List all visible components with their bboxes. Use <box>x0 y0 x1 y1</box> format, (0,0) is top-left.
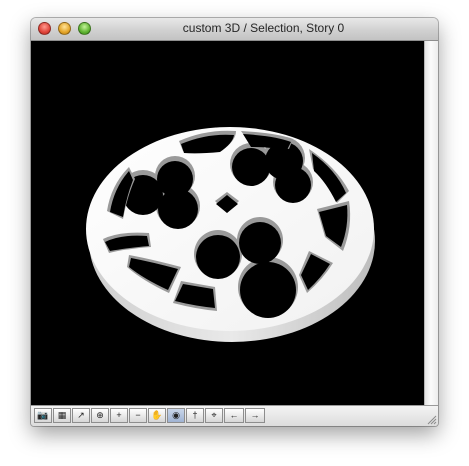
fit-in-window-icon[interactable]: ⌖ <box>205 408 223 423</box>
next-zoom-icon[interactable]: → <box>245 408 265 423</box>
vertical-scrollbar[interactable] <box>424 41 438 405</box>
close-button[interactable] <box>38 22 51 35</box>
app-window: custom 3D / Selection, Story 0 📷 ▦ ↗ ⊕ +… <box>31 18 438 426</box>
camera-settings-icon[interactable]: 📷 <box>34 408 52 423</box>
window-title: custom 3D / Selection, Story 0 <box>182 21 345 35</box>
walk-figure-icon[interactable]: † <box>186 408 204 423</box>
resize-grip-icon[interactable] <box>425 413 437 425</box>
3d-viewport[interactable] <box>31 41 424 405</box>
zoom-in-icon[interactable]: + <box>110 408 128 423</box>
pan-hand-icon[interactable]: ✋ <box>148 408 166 423</box>
minimize-button[interactable] <box>58 22 71 35</box>
zoom-window-icon[interactable]: ⊕ <box>91 408 109 423</box>
previous-zoom-icon[interactable]: ← <box>224 408 244 423</box>
orbit-eye-icon[interactable]: ◉ <box>167 408 185 423</box>
window-fit-icon[interactable]: ▦ <box>53 408 71 423</box>
zoom-button[interactable] <box>78 22 91 35</box>
title-bar[interactable]: custom 3D / Selection, Story 0 <box>31 18 438 41</box>
view-path-icon[interactable]: ↗ <box>72 408 90 423</box>
zoom-out-icon[interactable]: − <box>129 408 147 423</box>
3d-model-render <box>86 127 375 342</box>
view-toolbar: 📷 ▦ ↗ ⊕ + − ✋ ◉ † ⌖ ← → <box>31 405 438 426</box>
